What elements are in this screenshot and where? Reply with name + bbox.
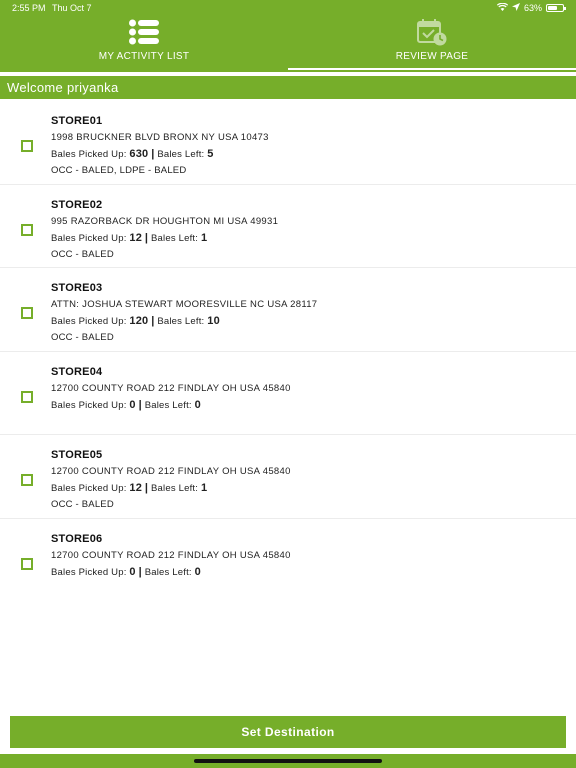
separator: |	[144, 231, 149, 244]
store-list: STORE01 1998 BRUCKNER BLVD BRONX NY USA …	[0, 101, 576, 603]
tab-review-page[interactable]: REVIEW PAGE	[288, 16, 576, 72]
wifi-icon	[496, 2, 509, 13]
welcome-banner: Welcome priyanka	[0, 76, 576, 99]
material-types: OCC - BALED, LDPE - BALED	[51, 165, 187, 176]
tab-my-activity-list[interactable]: MY ACTIVITY LIST	[0, 16, 288, 72]
bales-picked-label: Bales Picked Up:	[51, 316, 127, 328]
bales-info: Bales Picked Up: 120 | Bales Left: 10	[51, 315, 566, 332]
checkbox[interactable]	[21, 223, 33, 236]
bales-info: Bales Picked Up: 0 | Bales Left: 0	[51, 399, 566, 416]
bales-info: Bales Picked Up: 12 | Bales Left: 1	[51, 482, 566, 499]
home-indicator[interactable]	[194, 759, 382, 763]
checkbox[interactable]	[21, 307, 33, 320]
store-info: STORE02 995 RAZORBACK DR HOUGHTON MI USA…	[51, 199, 566, 263]
material-types: OCC - BALED	[51, 332, 114, 344]
list-item[interactable]: STORE02 995 RAZORBACK DR HOUGHTON MI USA…	[0, 185, 576, 269]
bales-picked-label: Bales Picked Up:	[51, 399, 127, 411]
bales-picked-value: 0	[129, 398, 136, 411]
set-destination-button[interactable]: Set Destination	[10, 716, 566, 748]
status-time: 2:55 PM	[12, 3, 46, 13]
store-name: STORE06	[51, 532, 103, 545]
list-item[interactable]: STORE06 12700 COUNTY ROAD 212 FINDLAY OH…	[0, 519, 576, 603]
material-types	[51, 416, 566, 430]
bales-left-value: 10	[207, 315, 220, 328]
location-arrow-icon	[511, 3, 520, 13]
tab-bar: MY ACTIVITY LIST REVIEW PAGE	[0, 16, 576, 72]
store-name: STORE05	[51, 449, 103, 462]
store-name: STORE04	[51, 365, 103, 378]
tab-label: REVIEW PAGE	[395, 51, 469, 62]
material-types: OCC - BALED	[51, 248, 114, 260]
bales-picked-label: Bales Picked Up:	[51, 232, 127, 244]
battery-icon	[546, 4, 566, 12]
store-address: 1998 BRUCKNER BLVD BRONX NY USA 10473	[51, 132, 269, 143]
bales-picked-value: 630	[129, 148, 149, 160]
store-address: 12700 COUNTY ROAD 212 FINDLAY OH USA 458…	[51, 382, 291, 394]
material-types	[51, 583, 566, 597]
bales-picked-label: Bales Picked Up:	[51, 483, 127, 495]
bales-picked-value: 120	[129, 315, 149, 328]
bales-info: Bales Picked Up: 12 | Bales Left: 1	[51, 232, 566, 249]
list-item[interactable]: STORE03 ATTN: JOSHUA STEWART MOORESVILLE…	[0, 268, 576, 352]
bales-picked-value: 12	[129, 482, 143, 495]
separator: |	[151, 148, 155, 160]
store-address: 12700 COUNTY ROAD 212 FINDLAY OH USA 458…	[51, 549, 291, 561]
store-info: STORE03 ATTN: JOSHUA STEWART MOORESVILLE…	[51, 282, 566, 346]
bales-picked-value: 0	[129, 565, 136, 578]
calendar-check-icon	[417, 18, 447, 46]
bales-picked-label: Bales Picked Up:	[51, 149, 127, 160]
separator: |	[138, 565, 142, 578]
bales-info: Bales Picked Up: 0 | Bales Left: 0	[51, 566, 566, 583]
bales-left-value: 0	[194, 398, 201, 411]
bales-left-label: Bales Left:	[157, 149, 205, 160]
list-item[interactable]: STORE05 12700 COUNTY ROAD 212 FINDLAY OH…	[0, 435, 576, 519]
store-info: STORE05 12700 COUNTY ROAD 212 FINDLAY OH…	[51, 449, 566, 513]
store-info: STORE06 12700 COUNTY ROAD 212 FINDLAY OH…	[51, 533, 566, 597]
checkbox[interactable]	[21, 390, 33, 403]
tab-label: MY ACTIVITY LIST	[98, 51, 190, 62]
store-info: STORE04 12700 COUNTY ROAD 212 FINDLAY OH…	[51, 366, 566, 430]
separator: |	[151, 315, 155, 328]
list-icon	[129, 18, 159, 46]
bales-left-value: 1	[200, 482, 208, 495]
status-right: 63%	[496, 2, 566, 13]
checkbox[interactable]	[21, 140, 33, 152]
bales-picked-value: 12	[129, 231, 143, 244]
status-bar: 2:55 PM Thu Oct 7 63%	[0, 0, 576, 16]
bales-left-value: 5	[207, 148, 214, 160]
bales-left-label: Bales Left:	[144, 566, 192, 578]
bales-info: Bales Picked Up: 630 | Bales Left: 5	[51, 148, 566, 165]
store-address: 12700 COUNTY ROAD 212 FINDLAY OH USA 458…	[51, 466, 291, 478]
checkbox[interactable]	[21, 474, 33, 487]
list-item[interactable]: STORE04 12700 COUNTY ROAD 212 FINDLAY OH…	[0, 352, 576, 436]
separator: |	[138, 398, 142, 411]
store-info: STORE01 1998 BRUCKNER BLVD BRONX NY USA …	[51, 115, 566, 179]
separator: |	[144, 482, 149, 495]
bales-picked-label: Bales Picked Up:	[51, 566, 127, 578]
bales-left-value: 1	[200, 231, 208, 244]
battery-percent: 63%	[523, 3, 542, 13]
bales-left-value: 0	[194, 565, 201, 578]
store-name: STORE02	[51, 198, 103, 211]
status-date: Thu Oct 7	[52, 3, 92, 13]
store-address: 995 RAZORBACK DR HOUGHTON MI USA 49931	[51, 215, 279, 227]
store-name: STORE01	[51, 115, 103, 127]
material-types: OCC - BALED	[51, 499, 114, 511]
bales-left-label: Bales Left:	[151, 483, 199, 495]
store-name: STORE03	[51, 282, 103, 295]
list-item[interactable]: STORE01 1998 BRUCKNER BLVD BRONX NY USA …	[0, 101, 576, 185]
checkbox[interactable]	[21, 557, 33, 570]
bales-left-label: Bales Left:	[144, 399, 192, 411]
bales-left-label: Bales Left:	[151, 232, 199, 244]
store-address: ATTN: JOSHUA STEWART MOORESVILLE NC USA …	[51, 299, 318, 311]
bales-left-label: Bales Left:	[157, 316, 205, 328]
